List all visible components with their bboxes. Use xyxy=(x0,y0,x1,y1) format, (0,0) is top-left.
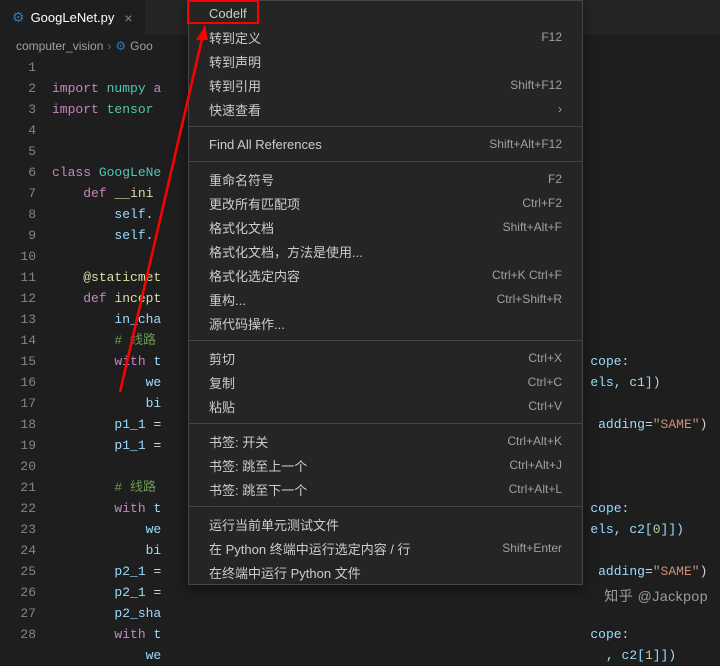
menu-paste[interactable]: 粘贴Ctrl+V xyxy=(189,394,582,418)
menu-format-doc[interactable]: 格式化文档Shift+Alt+F xyxy=(189,215,582,239)
menu-run-selection-python[interactable]: 在 Python 终端中运行选定内容 / 行Shift+Enter xyxy=(189,536,582,560)
menu-bookmark-prev[interactable]: 书签: 跳至上一个Ctrl+Alt+J xyxy=(189,453,582,477)
menu-source-actions[interactable]: 源代码操作... xyxy=(189,311,582,335)
menu-go-declaration[interactable]: 转到声明 xyxy=(189,49,582,73)
menu-run-python-file[interactable]: 在终端中运行 Python 文件 xyxy=(189,560,582,584)
tab-filename: GoogLeNet.py xyxy=(31,10,115,25)
menu-bookmark-toggle[interactable]: 书签: 开关Ctrl+Alt+K xyxy=(189,429,582,453)
menu-codelf[interactable]: Codelf xyxy=(189,1,582,25)
close-icon[interactable]: × xyxy=(124,10,132,26)
menu-separator xyxy=(189,506,582,507)
menu-go-references[interactable]: 转到引用Shift+F12 xyxy=(189,73,582,97)
python-icon: ⚙ xyxy=(12,9,25,26)
menu-rename[interactable]: 重命名符号F2 xyxy=(189,167,582,191)
menu-separator xyxy=(189,423,582,424)
menu-separator xyxy=(189,340,582,341)
menu-find-all-references[interactable]: Find All ReferencesShift+Alt+F12 xyxy=(189,132,582,156)
menu-cut[interactable]: 剪切Ctrl+X xyxy=(189,346,582,370)
menu-separator xyxy=(189,126,582,127)
line-gutter: 1234 5678 9101112 13141516 17181920 2122… xyxy=(0,57,52,666)
menu-format-doc-with[interactable]: 格式化文档，方法是使用... xyxy=(189,239,582,263)
menu-go-definition[interactable]: 转到定义F12 xyxy=(189,25,582,49)
menu-run-cell-test[interactable]: 运行当前单元测试文件 xyxy=(189,512,582,536)
breadcrumb-file[interactable]: Goo xyxy=(130,39,153,53)
file-tab[interactable]: ⚙ GoogLeNet.py × xyxy=(0,0,146,35)
menu-bookmark-next[interactable]: 书签: 跳至下一个Ctrl+Alt+L xyxy=(189,477,582,501)
chevron-right-icon: › xyxy=(107,39,111,53)
menu-copy[interactable]: 复制Ctrl+C xyxy=(189,370,582,394)
python-icon: ⚙ xyxy=(115,39,126,53)
menu-separator xyxy=(189,161,582,162)
menu-change-all[interactable]: 更改所有匹配项Ctrl+F2 xyxy=(189,191,582,215)
breadcrumb-root[interactable]: computer_vision xyxy=(16,39,103,53)
menu-refactor[interactable]: 重构...Ctrl+Shift+R xyxy=(189,287,582,311)
context-menu: Codelf 转到定义F12 转到声明 转到引用Shift+F12 快速查看› … xyxy=(188,0,583,585)
watermark: 知乎 @Jackpop xyxy=(604,586,708,606)
menu-peek[interactable]: 快速查看› xyxy=(189,97,582,121)
menu-format-selection[interactable]: 格式化选定内容Ctrl+K Ctrl+F xyxy=(189,263,582,287)
